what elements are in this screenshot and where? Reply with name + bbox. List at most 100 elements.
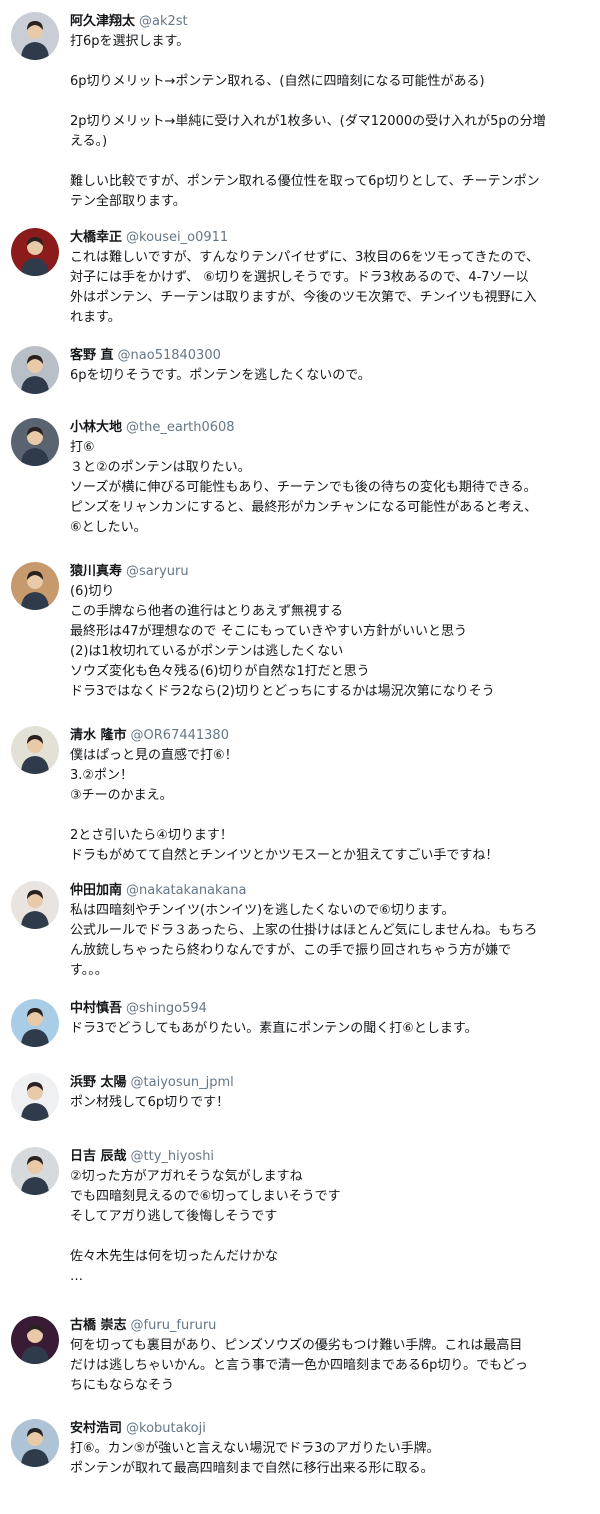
tweet-text-line: (2)は1枚切れているがポンテンは逃したくない <box>70 644 344 659</box>
tweet-text: 6pを切りそうです。ポンテンを逃したくないので。 <box>70 366 590 386</box>
profile-photo-icon <box>11 562 59 610</box>
profile-photo-icon <box>11 1147 59 1195</box>
profile-photo-icon <box>11 1419 59 1467</box>
tweet-text-line: ドラ3ではなくドラ2なら(2)切りとどっちにするかは場況次第になりそう <box>70 684 495 699</box>
tweet-text-line: ポン材残して6p切りです！ <box>70 1095 230 1110</box>
tweet-content: 中村慎吾 @shingo594 ドラ3でどうしてもあがりたい。素直にポンテンの聞く打… <box>70 999 590 1039</box>
tweet-text-line: す。。。 <box>70 963 108 978</box>
tweet-text-line: 僕はぱっと見の直感で打⑥！ <box>70 748 238 763</box>
tweet-header: 古橋 崇志 @furu_fururu <box>70 1316 590 1336</box>
display-name[interactable]: 仲田加南 <box>70 883 122 898</box>
avatar[interactable] <box>11 1419 59 1467</box>
display-name[interactable]: 猿川真寿 <box>70 564 122 579</box>
user-handle[interactable]: @ak2st <box>139 14 188 29</box>
user-handle[interactable]: @tty_hiyoshi <box>131 1149 215 1164</box>
tweet-text-line: ドラもがめてて自然とチンイツとかツモスーとか狙えてすごい手ですね！ <box>70 848 499 863</box>
tweet-text-line: ん放銃しちゃったら終わりなんですが、この手で振り回されちゃう方が嫌で <box>70 943 512 958</box>
tweet-text: これは難しいですが、すんなりテンパイせずに、3枚目の6をツモってきたので、 対子に… <box>70 248 590 328</box>
display-name[interactable]: 古橋 崇志 <box>70 1318 127 1333</box>
display-name[interactable]: 大橋幸正 <box>70 230 122 245</box>
tweet-text: 打6pを選択します。 6p切りメリット→ポンテン取れる、(自然に四暗刻になる可能性… <box>70 32 590 212</box>
tweet-header: 中村慎吾 @shingo594 <box>70 999 590 1019</box>
display-name[interactable]: 客野 直 <box>70 348 114 363</box>
tweet-content: 浜野 太陽 @taiyosun_jpml ポン材残して6p切りです！ <box>70 1073 590 1113</box>
tweet-text-line <box>70 92 590 112</box>
tweet-text-line: 最終形は47が理想なので そこにもっていきやすい方針がいいと思う <box>70 624 468 639</box>
profile-photo-icon <box>11 1316 59 1364</box>
tweet-text-line <box>70 152 590 172</box>
tweet-text-line <box>70 52 590 72</box>
tweet-content: 安村浩司 @kobutakoji 打⑥。カン⑤が強いと言えない場況でドラ3のアガりた… <box>70 1419 590 1479</box>
tweet-text-line: れます。 <box>70 310 121 325</box>
tweet-text: ポン材残して6p切りです！ <box>70 1093 590 1113</box>
tweet-header: 客野 直 @nao51840300 <box>70 346 590 366</box>
tweet-content: 猿川真寿 @saryuru (6)切りこの手牌なら他者の進行はとりあえず無視する最終… <box>70 562 590 702</box>
user-handle[interactable]: @saryuru <box>126 564 189 579</box>
avatar[interactable] <box>11 999 59 1047</box>
tweet-text: ②切った方がアガれそうな気がしますね でも四暗刻見えるので⑥切ってしまいそうですそ… <box>70 1167 590 1287</box>
avatar[interactable] <box>11 346 59 394</box>
tweet-content: 小林大地 @the_earth0608 打⑥ ３と②のポンテンは取りたい。 ソーズが横に… <box>70 418 590 538</box>
profile-photo-icon <box>11 418 59 466</box>
user-handle[interactable]: @OR67441380 <box>131 728 229 743</box>
tweet-text-line: ソウズ変化も色々残る(6)切りが自然な1打だと思う <box>70 664 370 679</box>
avatar[interactable] <box>11 562 59 610</box>
tweet-text-line: … <box>70 1269 83 1284</box>
tweet-text-line: (6)切り <box>70 584 115 599</box>
avatar[interactable] <box>11 228 59 276</box>
tweet-header: 仲田加南 @nakatakanakana <box>70 881 590 901</box>
user-handle[interactable]: @taiyosun_jpml <box>131 1075 234 1090</box>
user-handle[interactable]: @furu_fururu <box>131 1318 217 1333</box>
tweet-header: 小林大地 @the_earth0608 <box>70 418 590 438</box>
display-name[interactable]: 清水 隆市 <box>70 728 127 743</box>
user-handle[interactable]: @the_earth0608 <box>126 420 235 435</box>
tweet-text-line: 難しい比較ですが、ポンテン取れる優位性を取って6p切りとして、チーテンポン <box>70 174 540 189</box>
avatar[interactable] <box>11 1073 59 1121</box>
profile-photo-icon <box>11 1073 59 1121</box>
tweet-text: 何を切っても裏目があり、ピンズソウズの優劣もつけ難い手牌。これは最高目 だけは逃し… <box>70 1336 590 1396</box>
avatar[interactable] <box>11 1147 59 1195</box>
user-handle[interactable]: @nao51840300 <box>118 348 221 363</box>
tweet-text-line: ちにもならなそう <box>70 1378 175 1393</box>
user-handle[interactable]: @kobutakoji <box>126 1421 206 1436</box>
avatar[interactable] <box>11 12 59 60</box>
display-name[interactable]: 安村浩司 <box>70 1421 122 1436</box>
avatar[interactable] <box>11 418 59 466</box>
tweet-text-line: える。) <box>70 134 108 149</box>
tweet-text-line: 佐々木先生は何を切ったんだけかな <box>70 1249 279 1264</box>
display-name[interactable]: 中村慎吾 <box>70 1001 122 1016</box>
user-handle[interactable]: @shingo594 <box>126 1001 207 1016</box>
tweet-text-line: でも四暗刻見えるので⑥切ってしまいそうです <box>70 1189 341 1204</box>
profile-photo-icon <box>11 881 59 929</box>
tweet-text-line: 打6pを選択します。 <box>70 34 190 49</box>
tweet-text-line: この手牌なら他者の進行はとりあえず無視する <box>70 604 344 619</box>
tweet-text-line: ソーズが横に伸びる可能性もあり、チーテンでも後の待ちの変化も期待できる。 <box>70 480 537 495</box>
tweet-content: 日吉 辰哉 @tty_hiyoshi ②切った方がアガれそうな気がしますねでも四暗刻… <box>70 1147 590 1287</box>
tweet-text-line: ⑥としたい。 <box>70 520 147 535</box>
tweet-content: 客野 直 @nao51840300 6pを切りそうです。ポンテンを逃したくないので。 <box>70 346 590 386</box>
display-name[interactable]: 浜野 太陽 <box>70 1075 127 1090</box>
display-name[interactable]: 日吉 辰哉 <box>70 1149 127 1164</box>
avatar[interactable] <box>11 726 59 774</box>
tweet-header: 安村浩司 @kobutakoji <box>70 1419 590 1439</box>
user-handle[interactable]: @nakatakanakana <box>126 883 246 898</box>
tweet-text-line: 対子には手をかけず、 ⑥切りを選択しそうです。ドラ3枚あるので、4-7ソー以 <box>70 270 529 285</box>
avatar[interactable] <box>11 1316 59 1364</box>
tweet-header: 猿川真寿 @saryuru <box>70 562 590 582</box>
display-name[interactable]: 小林大地 <box>70 420 122 435</box>
user-handle[interactable]: @kousei_o0911 <box>126 230 228 245</box>
tweet-text: ドラ3でどうしてもあがりたい。素直にポンテンの聞く打⑥とします。 <box>70 1019 590 1039</box>
tweet-content: 大橋幸正 @kousei_o0911 これは難しいですが、すんなりテンパイせずに、3… <box>70 228 590 328</box>
tweet-text: (6)切りこの手牌なら他者の進行はとりあえず無視する最終形は47が理想なので そ… <box>70 582 590 702</box>
tweet-header: 日吉 辰哉 @tty_hiyoshi <box>70 1147 590 1167</box>
profile-photo-icon <box>11 346 59 394</box>
tweet-text-line: 何を切っても裏目があり、ピンズソウズの優劣もつけ難い手牌。これは最高目 <box>70 1338 523 1353</box>
tweet-text-line: ②切った方がアガれそうな気がしますね <box>70 1169 303 1184</box>
tweet-content: 仲田加南 @nakatakanakana 私は四暗刻やチンイツ(ホンイツ)を逃したく… <box>70 881 590 981</box>
avatar[interactable] <box>11 881 59 929</box>
display-name[interactable]: 阿久津翔太 <box>70 14 135 29</box>
tweet-text-line: 外はポンテン、チーテンは取りますが、今後のツモ次第で、チンイツも視野に入 <box>70 290 537 305</box>
tweet-text-line: 3.②ポン！ <box>70 768 134 783</box>
tweet-text-line: ピンズをリャンカンにすると、最終形がカンチャンになる可能性があると考え、 <box>70 500 538 515</box>
tweet-text-line: ドラ3でどうしてもあがりたい。素直にポンテンの聞く打⑥とします。 <box>70 1021 478 1036</box>
